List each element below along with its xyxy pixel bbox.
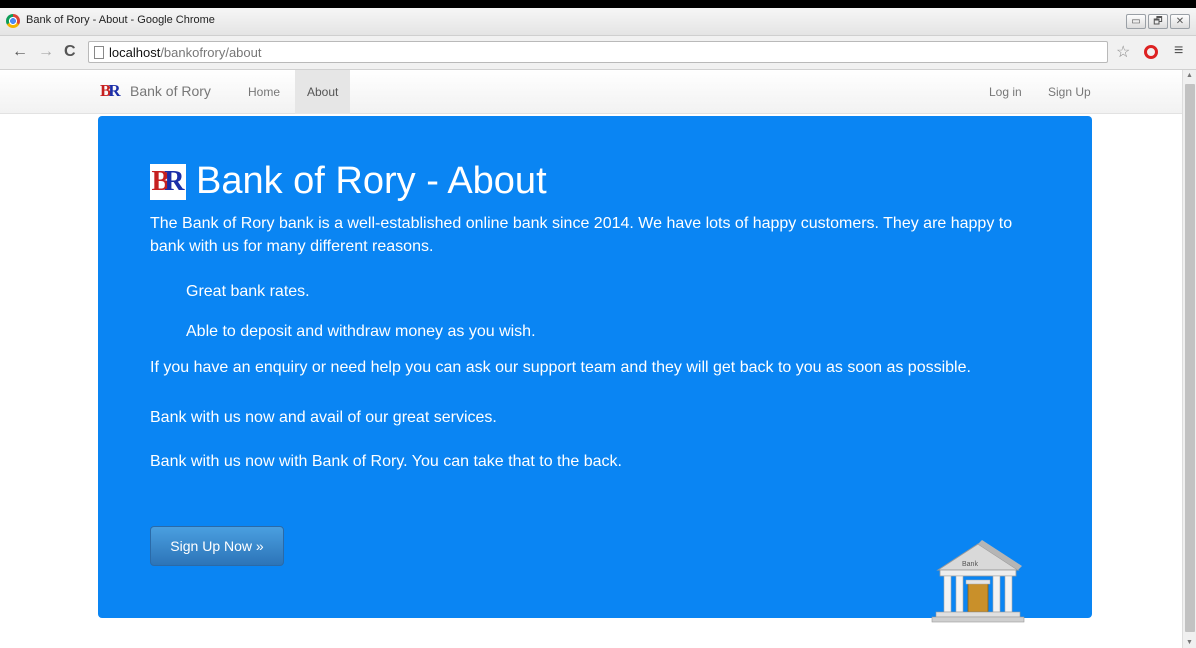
screen-top-edge bbox=[0, 0, 1196, 8]
url-path: /bankofrory/about bbox=[160, 45, 262, 60]
bank-building-icon: Bank bbox=[931, 540, 1025, 623]
url-text[interactable]: localhost/bankofrory/about bbox=[109, 45, 262, 60]
bank-logo-icon: BR bbox=[100, 81, 121, 100]
page-icon bbox=[94, 46, 104, 59]
minimize-button[interactable]: ▭ bbox=[1126, 14, 1146, 29]
page-title: BR Bank of Rory - About bbox=[150, 160, 547, 203]
window-titlebar: Bank of Rory - About - Google Chrome ▭ 🗗… bbox=[0, 8, 1196, 36]
chrome-menu-icon[interactable]: ≡ bbox=[1174, 42, 1183, 60]
close-button[interactable]: ✕ bbox=[1170, 14, 1190, 29]
intro-paragraph: The Bank of Rory bank is a well-establis… bbox=[150, 215, 1013, 255]
scroll-down-icon[interactable]: ▼ bbox=[1186, 639, 1193, 646]
extension-icon[interactable] bbox=[1144, 45, 1158, 59]
site-navbar: BR Bank of Rory Home About Log in Sign U… bbox=[0, 70, 1182, 114]
feature-item: Able to deposit and withdraw money as yo… bbox=[186, 323, 536, 340]
nav-login[interactable]: Log in bbox=[977, 70, 1034, 114]
page-viewport: BR Bank of Rory Home About Log in Sign U… bbox=[0, 70, 1182, 648]
chrome-icon bbox=[6, 14, 20, 28]
nav-home[interactable]: Home bbox=[236, 70, 292, 114]
forward-button[interactable]: → bbox=[38, 43, 54, 61]
page-scrollbar[interactable]: ▲ ▼ bbox=[1182, 70, 1196, 648]
page-heading: Bank of Rory - About bbox=[196, 160, 547, 202]
nav-about[interactable]: About bbox=[295, 70, 351, 114]
url-host: localhost bbox=[109, 45, 161, 60]
svg-text:Bank: Bank bbox=[962, 561, 978, 568]
address-bar[interactable]: localhost/bankofrory/about bbox=[88, 41, 1108, 63]
window-controls: ▭ 🗗 ✕ bbox=[1126, 14, 1190, 29]
signup-now-button[interactable]: Sign Up Now » bbox=[150, 526, 284, 566]
browser-toolbar: ← → C localhost/bankofrory/about ☆ ≡ bbox=[0, 36, 1196, 70]
brand-link[interactable]: BR Bank of Rory bbox=[100, 82, 211, 100]
closing-paragraph: Bank with us now with Bank of Rory. You … bbox=[150, 453, 622, 470]
restore-button[interactable]: 🗗 bbox=[1148, 14, 1168, 29]
nav-signup[interactable]: Sign Up bbox=[1036, 70, 1103, 114]
services-paragraph: Bank with us now and avail of our great … bbox=[150, 409, 497, 426]
hero-jumbotron: BR Bank of Rory - About The Bank of Rory… bbox=[98, 116, 1092, 623]
brand-name: Bank of Rory bbox=[130, 83, 211, 99]
feature-item: Great bank rates. bbox=[186, 283, 310, 300]
support-paragraph: If you have an enquiry or need help you … bbox=[150, 359, 971, 376]
reload-button[interactable]: C bbox=[64, 43, 76, 61]
bank-logo-icon: BR bbox=[150, 163, 186, 200]
bookmark-star-icon[interactable]: ☆ bbox=[1116, 42, 1130, 62]
scroll-thumb[interactable] bbox=[1185, 84, 1195, 632]
scroll-up-icon[interactable]: ▲ bbox=[1186, 72, 1193, 79]
back-button[interactable]: ← bbox=[12, 43, 28, 61]
window-title: Bank of Rory - About - Google Chrome bbox=[26, 14, 215, 26]
